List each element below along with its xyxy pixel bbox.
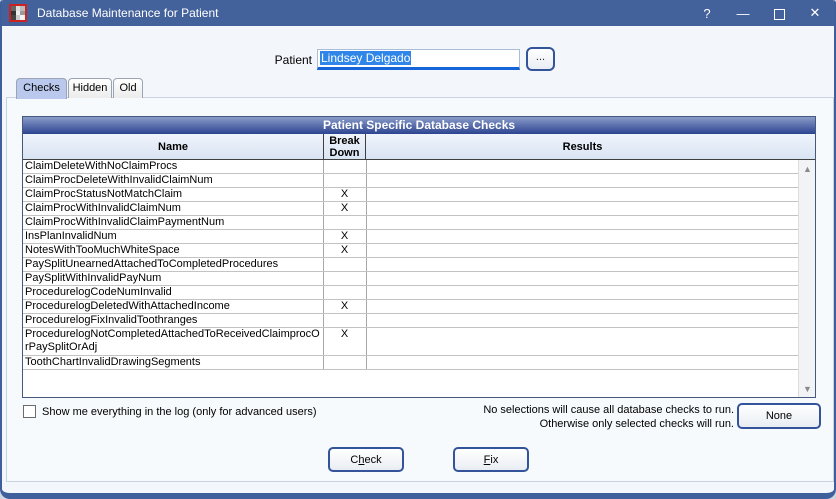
table-row[interactable]: ClaimDeleteWithNoClaimProcs [23,160,799,174]
minimize-icon[interactable]: — [732,6,754,21]
grid-title: Patient Specific Database Checks [23,117,815,134]
table-row[interactable]: ClaimProcDeleteWithInvalidClaimNum [23,174,799,188]
patient-input[interactable]: Lindsey Delgado [317,49,520,70]
table-row[interactable]: PaySplitUnearnedAttachedToCompletedProce… [23,258,799,272]
column-header-results[interactable]: Results [366,134,799,160]
table-row[interactable]: ClaimProcStatusNotMatchClaimX [23,188,799,202]
tab-old[interactable]: Old [113,78,143,98]
vertical-scrollbar[interactable]: ▲ ▼ [798,160,815,397]
none-button[interactable]: None [737,403,821,429]
database-checks-grid: Patient Specific Database Checks Name Br… [22,116,816,398]
check-button[interactable]: Check [328,447,404,472]
checks-tab-panel: Patient Specific Database Checks Name Br… [6,97,834,482]
tab-hidden[interactable]: Hidden [68,78,112,98]
table-row[interactable]: ProcedurelogNotCompletedAttachedToReceiv… [23,328,799,356]
patient-browse-button[interactable]: ... [526,47,555,71]
window-controls: ? — ✕ [696,0,826,26]
show-log-checkbox[interactable] [23,405,36,418]
run-note-line1: No selections will cause all database ch… [483,403,734,417]
window-title: Database Maintenance for Patient [37,6,218,20]
column-header-name[interactable]: Name [23,134,323,160]
help-icon[interactable]: ? [696,6,718,21]
app-grid-icon [9,4,27,22]
patient-value: Lindsey Delgado [320,51,411,65]
title-bar: Database Maintenance for Patient ? — ✕ [2,0,834,26]
table-row[interactable]: ProcedurelogDeletedWithAttachedIncomeX [23,300,799,314]
run-note: No selections will cause all database ch… [483,403,734,431]
maximize-icon[interactable] [768,6,790,21]
grid-header: Name Break Down Results [23,134,815,160]
fix-button[interactable]: Fix [453,447,529,472]
show-log-checkbox-row: Show me everything in the log (only for … [23,405,317,418]
table-row[interactable]: ProcedurelogCodeNumInvalid [23,286,799,300]
table-row[interactable]: NotesWithTooMuchWhiteSpaceX [23,244,799,258]
run-note-line2: Otherwise only selected checks will run. [483,417,734,431]
tab-checks[interactable]: Checks [16,78,67,99]
grid-body: ClaimDeleteWithNoClaimProcs ClaimProcDel… [23,160,799,397]
database-maintenance-dialog: Database Maintenance for Patient ? — ✕ P… [0,0,836,499]
scroll-down-icon[interactable]: ▼ [799,380,816,397]
table-row[interactable]: ToothChartInvalidDrawingSegments [23,356,799,370]
close-icon[interactable]: ✕ [804,5,826,21]
table-row[interactable]: ClaimProcWithInvalidClaimPaymentNum [23,216,799,230]
table-row[interactable]: ClaimProcWithInvalidClaimNumX [23,202,799,216]
table-row[interactable]: InsPlanInvalidNumX [23,230,799,244]
patient-label: Patient [252,53,312,67]
column-header-breakdown[interactable]: Break Down [323,134,366,160]
show-log-label: Show me everything in the log (only for … [42,406,317,418]
table-row[interactable]: PaySplitWithInvalidPayNum [23,272,799,286]
table-row[interactable]: ProcedurelogFixInvalidToothranges [23,314,799,328]
scroll-up-icon[interactable]: ▲ [799,160,816,177]
